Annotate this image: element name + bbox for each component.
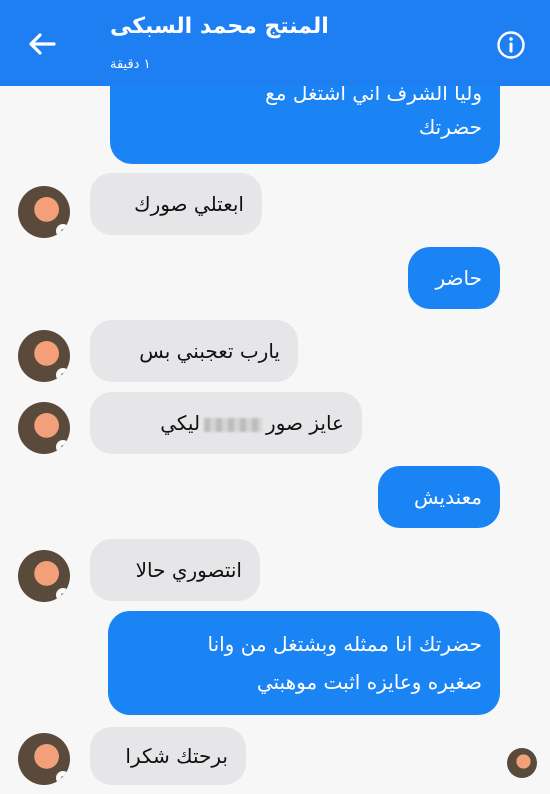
contact-name[interactable]: المنتج محمد السبكى	[110, 14, 329, 39]
message-text: يارب تعجبني بس	[139, 339, 280, 363]
message-bubble-outgoing[interactable]: حضرتك انا ممثله وبشتغل من وانا صغيره وعا…	[108, 611, 500, 715]
message-text: حضرتك	[418, 115, 482, 139]
avatar[interactable]	[18, 186, 70, 238]
facebook-badge-icon	[56, 224, 70, 238]
avatar[interactable]	[18, 402, 70, 454]
message-bubble-incoming[interactable]: يارب تعجبني بس	[90, 320, 298, 382]
info-circle-icon[interactable]	[496, 30, 526, 60]
message-bubble-incoming[interactable]: برحتك شكرا	[90, 727, 246, 785]
message-text: انتصوري حالا	[135, 558, 242, 582]
message-bubble-incoming[interactable]: انتصوري حالا	[90, 539, 260, 601]
facebook-badge-icon	[56, 368, 70, 382]
message-text: صغيره وعايزه اثبت موهبتي	[256, 670, 482, 694]
message-bubble-outgoing[interactable]: معنديش	[378, 466, 500, 528]
active-status: ١ دقيقة	[110, 57, 151, 72]
message-text: ابعتلي صورك	[134, 192, 244, 216]
message-list[interactable]: وليا الشرف اني اشتغل مع حضرتك ابعتلي صور…	[0, 0, 550, 794]
message-bubble-outgoing[interactable]: حاضر	[408, 247, 500, 309]
message-text: حضرتك انا ممثله وبشتغل من وانا	[207, 632, 482, 656]
avatar[interactable]	[18, 733, 70, 785]
facebook-badge-icon	[56, 440, 70, 454]
message-text: معنديش	[414, 485, 482, 509]
seen-avatar	[507, 748, 537, 778]
message-text: حاضر	[435, 266, 482, 290]
facebook-badge-icon	[56, 588, 70, 602]
message-bubble-incoming[interactable]: ابعتلي صورك	[90, 173, 262, 235]
avatar[interactable]	[18, 330, 70, 382]
message-text: عايز صور	[266, 411, 344, 435]
message-bubble-incoming[interactable]: عايز صور ليكي	[90, 392, 362, 454]
message-text: برحتك شكرا	[125, 744, 228, 768]
blurred-text	[204, 417, 263, 432]
message-text: ليكي	[160, 411, 201, 435]
arrow-left-icon[interactable]	[26, 28, 58, 60]
facebook-badge-icon	[56, 771, 70, 785]
chat-header: المنتج محمد السبكى ١ دقيقة	[0, 0, 550, 86]
avatar[interactable]	[18, 550, 70, 602]
